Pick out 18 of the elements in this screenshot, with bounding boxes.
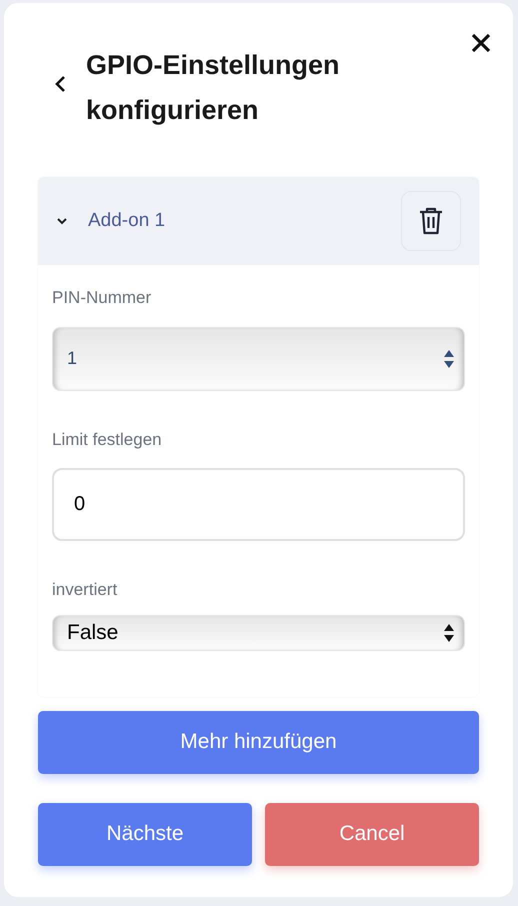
back-icon[interactable]	[54, 75, 66, 93]
dialog-title: GPIO-Einstellungen konfigurieren	[86, 49, 341, 127]
addon-header[interactable]: Add-on 1	[38, 177, 479, 265]
cancel-button[interactable]: Cancel	[265, 802, 479, 866]
add-more-button[interactable]: Mehr hinzufügen	[38, 710, 479, 774]
inverted-select[interactable]: False	[52, 614, 465, 650]
field-label: invertiert	[52, 579, 118, 601]
limit-input[interactable]: 0	[52, 468, 465, 541]
field-label: PIN-Nummer	[52, 287, 152, 309]
addon-title: Add-on 1	[88, 208, 166, 233]
close-icon[interactable]	[471, 33, 491, 53]
up-down-arrows-icon	[444, 348, 454, 370]
next-button[interactable]: Nächste	[38, 802, 252, 866]
up-down-arrows-icon	[444, 622, 454, 644]
pin-select[interactable]: 1	[52, 326, 465, 390]
field-label: Limit festlegen	[52, 428, 163, 450]
trash-icon	[418, 206, 444, 236]
delete-button[interactable]	[401, 191, 461, 251]
